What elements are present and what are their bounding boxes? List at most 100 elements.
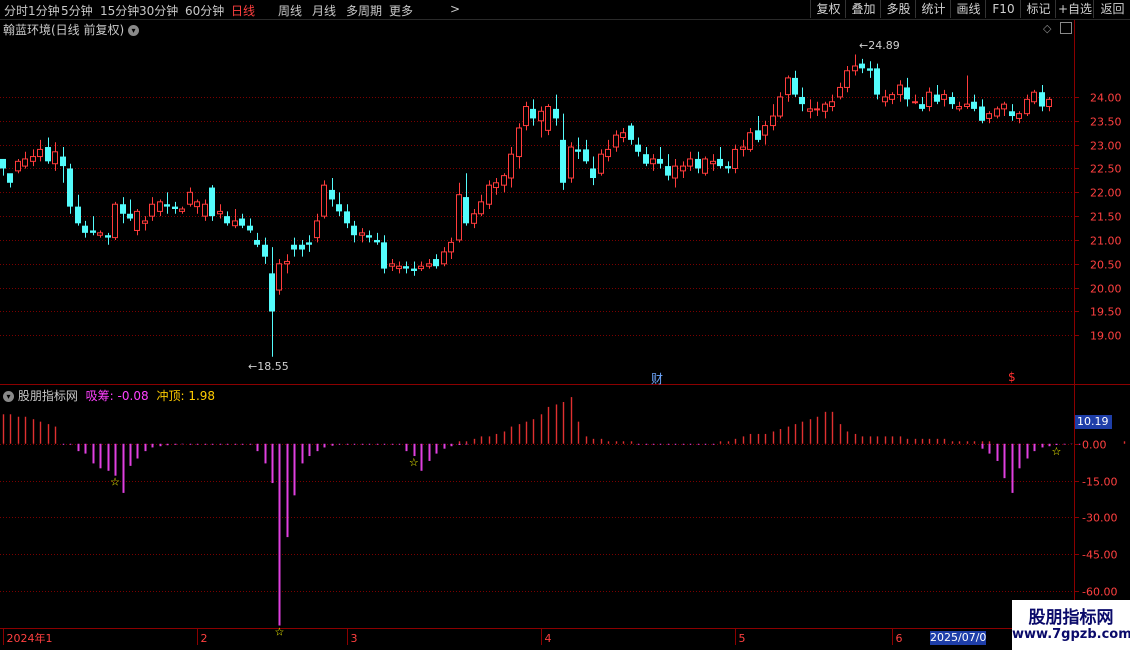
candle-body [314,220,320,239]
candle-body [665,166,671,176]
main-y-tick-label: 23.50 [1090,116,1122,129]
indicator-y-tick-label: -60.00 [1082,586,1117,599]
candle-body [732,148,738,169]
min-price-label: ←18.55 [248,360,289,373]
candle [807,99,813,119]
candle-body [530,108,536,119]
candle [262,237,268,264]
candle [695,151,701,174]
diamond-icon[interactable]: ◇ [1043,22,1051,35]
candle [949,92,955,109]
candle-body [583,149,589,162]
candle [628,123,634,145]
candle-body [702,158,708,174]
candle [90,216,96,236]
candle [149,197,155,221]
event-marker[interactable]: $ [1008,370,1016,384]
candle [411,261,417,276]
candle [553,94,559,126]
candle-body [291,244,297,250]
candle [657,147,663,169]
candle [22,151,28,169]
candle [545,104,551,136]
candle [620,127,626,143]
candle-body [7,173,13,183]
candle-body [710,160,716,165]
candle-body [306,242,312,245]
indicator-series: ☆ ☆ ☆ ☆ [2,397,1126,639]
peak-label: 冲顶: [156,389,185,403]
candle-body [224,216,230,224]
candle [590,156,596,186]
main-y-tick-label: 21.00 [1090,235,1122,248]
candle-body [613,134,619,148]
candle-body [904,87,910,100]
candle-body [792,77,798,95]
candle-body [276,263,282,291]
window-toggle-icon[interactable] [1060,22,1072,34]
title-dropdown-icon[interactable]: ▾ [128,25,140,36]
candle-body [867,68,873,71]
candle [1031,89,1037,105]
indicator-y-tick-label: 0.00 [1082,439,1107,452]
candle [799,87,805,112]
candle [97,230,103,238]
candle-body [448,241,454,253]
max-price-label: ←24.89 [859,39,900,52]
candle-body [172,206,178,209]
candle-body [403,266,409,269]
candle [665,154,671,181]
candle-body [1001,103,1007,110]
candle [702,156,708,176]
candle-body [650,158,656,165]
candle-body [149,203,155,217]
candle [829,94,835,112]
star-icon: ☆ [1051,445,1061,458]
indicator-dropdown-icon[interactable]: ▾ [3,391,14,402]
candle [1009,104,1015,121]
candle-body [770,115,776,127]
candle [575,137,581,159]
candle [67,163,73,214]
candle-body [508,153,514,179]
candle-body [575,149,581,152]
candle [314,213,320,243]
candle-body [0,158,6,169]
candle-body [553,108,559,119]
candle-body [105,235,111,238]
absorb-value: -0.08 [117,389,149,403]
candle [493,178,499,195]
candle [635,137,641,157]
indicator-name: 股朋指标网 [17,389,78,403]
candle [568,142,574,183]
candle [1001,101,1007,117]
candle [0,158,6,176]
candle [687,151,693,171]
candle [105,232,111,245]
candle [463,173,469,226]
candle-body [762,125,768,136]
candle [112,201,118,240]
candle [224,211,230,226]
indicator-y-tick-label: -45.00 [1082,549,1117,562]
candle-body [822,103,828,112]
finance-marker[interactable]: 财 [651,370,663,387]
candle [732,144,738,174]
candle [486,180,492,209]
candle [306,235,312,252]
candle-body [329,189,335,200]
candle [508,147,514,188]
candle-body [1009,111,1015,117]
candle [217,204,223,219]
candle-body [299,244,305,250]
candle-body [605,148,611,158]
candle [157,199,163,217]
candle-body [807,108,813,112]
candle [770,104,776,131]
candle-body [844,70,850,88]
grid-lines [0,20,1130,650]
candle [971,94,977,112]
candle-body [97,232,103,236]
candle-body [785,77,791,96]
candle-body [986,113,992,119]
